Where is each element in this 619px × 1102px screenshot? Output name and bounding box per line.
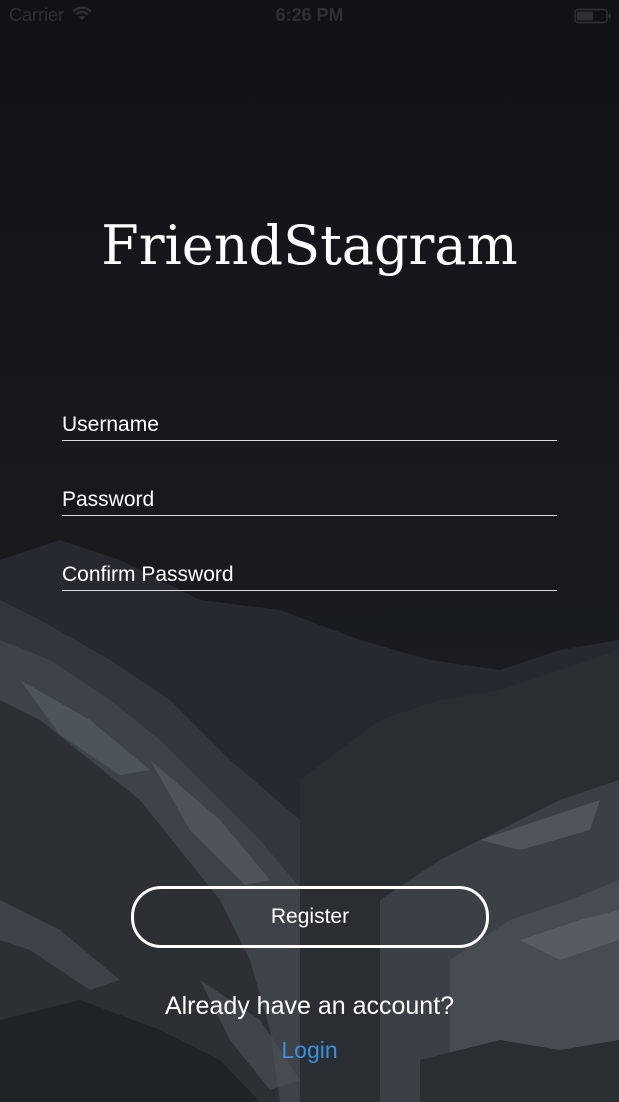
login-link[interactable]: Login: [0, 1037, 619, 1064]
already-have-account-text: Already have an account?: [164, 992, 455, 1020]
register-screen: Carrier 6:26 PM FriendStagram Register A…: [0, 0, 619, 1102]
status-bar: Carrier 6:26 PM: [0, 0, 619, 32]
register-button[interactable]: Register: [131, 886, 489, 948]
app-title: FriendStagram: [101, 214, 518, 277]
password-field-container: [62, 479, 557, 516]
battery-icon: [574, 8, 611, 24]
confirm-password-input[interactable]: [62, 560, 557, 590]
status-time: 6:26 PM: [275, 5, 344, 25]
password-input[interactable]: [62, 485, 557, 515]
confirm-password-field-container: [62, 554, 557, 591]
username-input[interactable]: [62, 410, 557, 440]
username-field-container: [62, 404, 557, 441]
